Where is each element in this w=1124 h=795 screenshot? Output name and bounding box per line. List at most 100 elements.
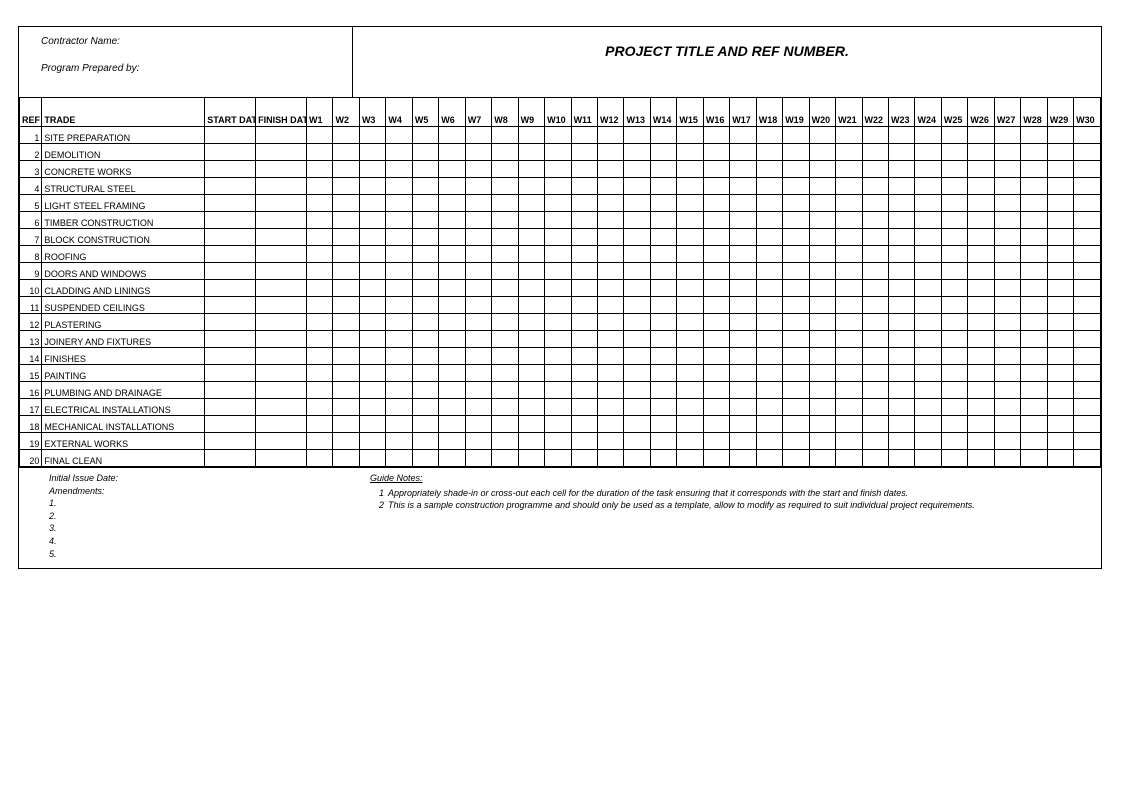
week-cell[interactable] xyxy=(677,263,703,280)
week-cell[interactable] xyxy=(492,314,518,331)
week-cell[interactable] xyxy=(889,416,915,433)
week-cell[interactable] xyxy=(307,229,333,246)
week-cell[interactable] xyxy=(650,212,676,229)
week-cell[interactable] xyxy=(915,416,941,433)
week-cell[interactable] xyxy=(307,399,333,416)
week-cell[interactable] xyxy=(677,382,703,399)
week-cell[interactable] xyxy=(333,314,359,331)
start-date-cell[interactable] xyxy=(205,229,256,246)
week-cell[interactable] xyxy=(889,229,915,246)
week-cell[interactable] xyxy=(783,348,809,365)
week-cell[interactable] xyxy=(412,365,438,382)
week-cell[interactable] xyxy=(994,416,1020,433)
week-cell[interactable] xyxy=(1047,178,1073,195)
week-cell[interactable] xyxy=(545,382,571,399)
week-cell[interactable] xyxy=(862,331,888,348)
week-cell[interactable] xyxy=(439,314,465,331)
week-cell[interactable] xyxy=(545,229,571,246)
week-cell[interactable] xyxy=(889,433,915,450)
week-cell[interactable] xyxy=(941,348,967,365)
week-cell[interactable] xyxy=(571,178,597,195)
week-cell[interactable] xyxy=(624,144,650,161)
week-cell[interactable] xyxy=(439,433,465,450)
start-date-cell[interactable] xyxy=(205,365,256,382)
week-cell[interactable] xyxy=(968,331,994,348)
week-cell[interactable] xyxy=(386,416,412,433)
week-cell[interactable] xyxy=(465,212,491,229)
week-cell[interactable] xyxy=(307,263,333,280)
week-cell[interactable] xyxy=(386,144,412,161)
week-cell[interactable] xyxy=(756,382,782,399)
week-cell[interactable] xyxy=(624,246,650,263)
week-cell[interactable] xyxy=(545,348,571,365)
week-cell[interactable] xyxy=(809,297,835,314)
week-cell[interactable] xyxy=(703,127,729,144)
week-cell[interactable] xyxy=(650,297,676,314)
week-cell[interactable] xyxy=(571,280,597,297)
week-cell[interactable] xyxy=(412,433,438,450)
week-cell[interactable] xyxy=(359,399,385,416)
week-cell[interactable] xyxy=(862,161,888,178)
week-cell[interactable] xyxy=(518,416,544,433)
week-cell[interactable] xyxy=(730,127,756,144)
week-cell[interactable] xyxy=(915,212,941,229)
week-cell[interactable] xyxy=(889,212,915,229)
week-cell[interactable] xyxy=(545,178,571,195)
finish-date-cell[interactable] xyxy=(256,314,307,331)
week-cell[interactable] xyxy=(386,382,412,399)
week-cell[interactable] xyxy=(1047,212,1073,229)
week-cell[interactable] xyxy=(650,433,676,450)
week-cell[interactable] xyxy=(703,314,729,331)
week-cell[interactable] xyxy=(968,433,994,450)
week-cell[interactable] xyxy=(994,365,1020,382)
week-cell[interactable] xyxy=(598,178,624,195)
week-cell[interactable] xyxy=(465,229,491,246)
week-cell[interactable] xyxy=(439,195,465,212)
week-cell[interactable] xyxy=(518,399,544,416)
week-cell[interactable] xyxy=(677,195,703,212)
week-cell[interactable] xyxy=(1047,263,1073,280)
week-cell[interactable] xyxy=(359,246,385,263)
week-cell[interactable] xyxy=(836,246,862,263)
week-cell[interactable] xyxy=(571,297,597,314)
week-cell[interactable] xyxy=(518,263,544,280)
week-cell[interactable] xyxy=(968,263,994,280)
week-cell[interactable] xyxy=(333,399,359,416)
week-cell[interactable] xyxy=(333,365,359,382)
week-cell[interactable] xyxy=(889,314,915,331)
week-cell[interactable] xyxy=(994,433,1020,450)
week-cell[interactable] xyxy=(333,127,359,144)
week-cell[interactable] xyxy=(624,416,650,433)
week-cell[interactable] xyxy=(598,195,624,212)
week-cell[interactable] xyxy=(783,229,809,246)
week-cell[interactable] xyxy=(783,195,809,212)
finish-date-cell[interactable] xyxy=(256,416,307,433)
week-cell[interactable] xyxy=(492,144,518,161)
week-cell[interactable] xyxy=(756,450,782,467)
week-cell[interactable] xyxy=(1074,314,1101,331)
week-cell[interactable] xyxy=(730,178,756,195)
week-cell[interactable] xyxy=(836,399,862,416)
week-cell[interactable] xyxy=(1021,416,1047,433)
week-cell[interactable] xyxy=(677,348,703,365)
week-cell[interactable] xyxy=(333,416,359,433)
week-cell[interactable] xyxy=(412,331,438,348)
week-cell[interactable] xyxy=(1021,382,1047,399)
week-cell[interactable] xyxy=(809,212,835,229)
week-cell[interactable] xyxy=(941,382,967,399)
week-cell[interactable] xyxy=(941,229,967,246)
week-cell[interactable] xyxy=(703,331,729,348)
week-cell[interactable] xyxy=(968,297,994,314)
week-cell[interactable] xyxy=(359,297,385,314)
week-cell[interactable] xyxy=(412,246,438,263)
week-cell[interactable] xyxy=(836,229,862,246)
week-cell[interactable] xyxy=(439,365,465,382)
week-cell[interactable] xyxy=(862,246,888,263)
week-cell[interactable] xyxy=(571,365,597,382)
week-cell[interactable] xyxy=(333,144,359,161)
week-cell[interactable] xyxy=(968,212,994,229)
finish-date-cell[interactable] xyxy=(256,246,307,263)
week-cell[interactable] xyxy=(307,433,333,450)
week-cell[interactable] xyxy=(359,331,385,348)
finish-date-cell[interactable] xyxy=(256,331,307,348)
